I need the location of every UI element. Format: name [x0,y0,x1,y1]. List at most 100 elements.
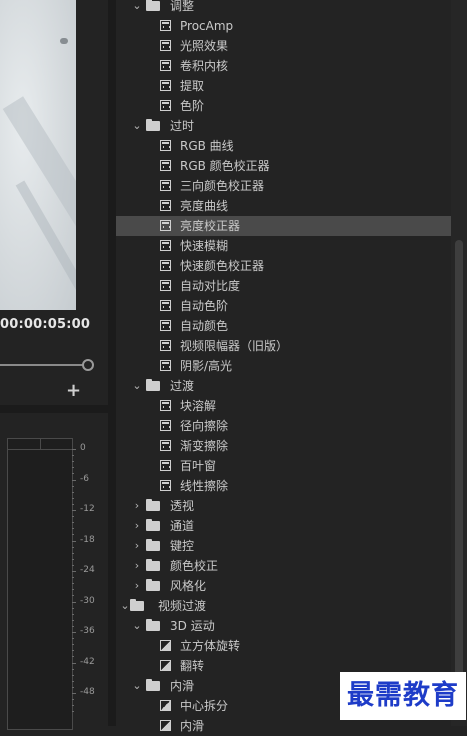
effects-item-row[interactable]: 自动对比度 [116,276,451,296]
playhead-timecode[interactable]: 00:00:05:00 [0,317,90,332]
effects-item-row[interactable]: 三向颜色校正器 [116,176,451,196]
effects-folder-row[interactable]: › 键控 [116,536,451,556]
meter-tick [72,601,76,603]
playback-scrubber[interactable] [0,359,108,371]
chevron-down-icon[interactable]: ⌄ [132,676,142,696]
effects-folder-row[interactable]: › 透视 [116,496,451,516]
meter-minor-tick [72,613,74,615]
meter-scale-label: -24 [80,565,95,575]
watermark-logo: 最需教育 [340,672,466,720]
chevron-down-icon[interactable]: ⌄ [132,116,142,136]
effects-item-row[interactable]: 亮度校正器 [116,216,451,236]
effects-item-row[interactable]: RGB 曲线 [116,136,451,156]
effect-label: 亮度校正器 [180,219,241,233]
effects-folder-row[interactable]: › 风格化 [116,576,451,596]
meter-minor-tick [72,564,74,566]
effects-item-row[interactable]: 径向擦除 [116,416,451,436]
effects-item-row[interactable]: 视频限幅器（旧版） [116,336,451,356]
effects-scrollbar-thumb[interactable] [455,240,463,690]
effects-item-row[interactable]: ProcAmp [116,16,451,36]
chevron-right-icon[interactable]: › [132,536,142,556]
folder-icon [146,119,160,131]
effect-label: 三向颜色校正器 [180,179,265,193]
effects-item-row[interactable]: 光照效果 [116,36,451,56]
effects-folder-row[interactable]: › 通道 [116,516,451,536]
effect-label: 提取 [180,79,205,93]
effects-folder-row[interactable]: ⌄ 调整 [116,0,451,16]
effects-item-row[interactable]: 块溶解 [116,396,451,416]
meter-minor-tick [72,467,74,469]
meter-minor-tick [72,686,74,688]
effects-item-row[interactable]: 渐变擦除 [116,436,451,456]
effect-label: 内滑 [180,719,205,733]
video-preview [0,0,76,310]
folder-label: 通道 [170,519,195,533]
chevron-right-icon[interactable]: › [132,496,142,516]
effects-folder-row[interactable]: ⌄ 过渡 [116,376,451,396]
meter-minor-tick [72,583,74,585]
folder-label: 调整 [170,0,195,13]
meter-scale-label: -30 [80,595,95,606]
meter-minor-tick [72,485,74,487]
meter-tick [72,510,76,511]
effect-icon [160,20,171,31]
effects-folder-row[interactable]: ⌄ 3D 运动 [116,616,451,636]
meter-minor-tick [72,577,74,579]
meter-minor-tick [72,473,74,475]
chevron-down-icon[interactable]: ⌄ [132,0,142,16]
chevron-down-icon[interactable]: ⌄ [132,376,142,396]
meter-minor-tick [72,491,74,493]
scrubber-handle[interactable] [82,359,94,371]
folder-icon [146,499,160,511]
meter-tick [72,449,76,450]
chevron-down-icon[interactable]: ⌄ [132,616,142,636]
effects-item-row[interactable]: 立方体旋转 [116,636,451,656]
folder-icon [146,539,160,551]
scrubber-track[interactable] [0,364,84,366]
effects-folder-row[interactable]: › 颜色校正 [116,556,451,576]
effect-label: 立方体旋转 [180,639,241,653]
effect-icon [160,140,171,151]
meter-minor-tick [72,699,74,701]
program-monitor: 00:00:05:00 + 0 -6 -12 -18 -24 -30 -36 -42 -48 [0,0,108,730]
effects-item-row[interactable]: 自动色阶 [116,296,451,316]
effects-item-row[interactable]: 阴影/高光 [116,356,451,376]
meter-tick [72,479,76,481]
folder-label: 视频过渡 [158,599,207,613]
effects-item-row[interactable]: 卷积内核 [116,56,451,76]
chevron-right-icon[interactable]: › [132,576,142,596]
meter-minor-tick [72,711,74,713]
meter-minor-tick [72,638,74,640]
effect-label: 自动对比度 [180,279,241,293]
panel-divider-vertical[interactable] [108,0,116,726]
effect-icon [160,160,171,171]
panel-divider[interactable] [0,405,108,413]
effects-folder-row[interactable]: ⌄ 视频过渡 [116,596,451,616]
effect-label: 光照效果 [180,39,229,53]
effects-item-row[interactable]: 快速模糊 [116,236,451,256]
meter-tick [72,693,76,694]
effects-item-row[interactable]: 亮度曲线 [116,196,451,216]
folder-label: 过渡 [170,379,195,393]
meter-minor-tick [72,497,74,499]
meter-minor-tick [72,705,74,707]
effect-label: 卷积内核 [180,59,229,73]
effects-item-row[interactable]: 百叶窗 [116,456,451,476]
chevron-right-icon[interactable]: › [132,556,142,576]
effects-item-row[interactable]: 自动颜色 [116,316,451,336]
chevron-right-icon[interactable]: › [132,516,142,536]
chevron-down-icon[interactable]: ⌄ [120,596,130,616]
effect-icon [160,220,171,231]
effects-item-row[interactable]: 提取 [116,76,451,96]
effect-icon [160,60,171,71]
add-button[interactable]: + [66,380,81,401]
effects-item-row[interactable]: 线性擦除 [116,476,451,496]
effects-item-row[interactable]: 色阶 [116,96,451,116]
effects-item-row[interactable]: RGB 颜色校正器 [116,156,451,176]
effect-icon [160,400,171,411]
meter-scale-label: -36 [80,626,95,636]
effects-item-row[interactable]: 快速颜色校正器 [116,256,451,276]
meter-minor-tick [72,674,74,676]
meter-minor-tick [72,644,74,646]
effects-folder-row[interactable]: ⌄ 过时 [116,116,451,136]
